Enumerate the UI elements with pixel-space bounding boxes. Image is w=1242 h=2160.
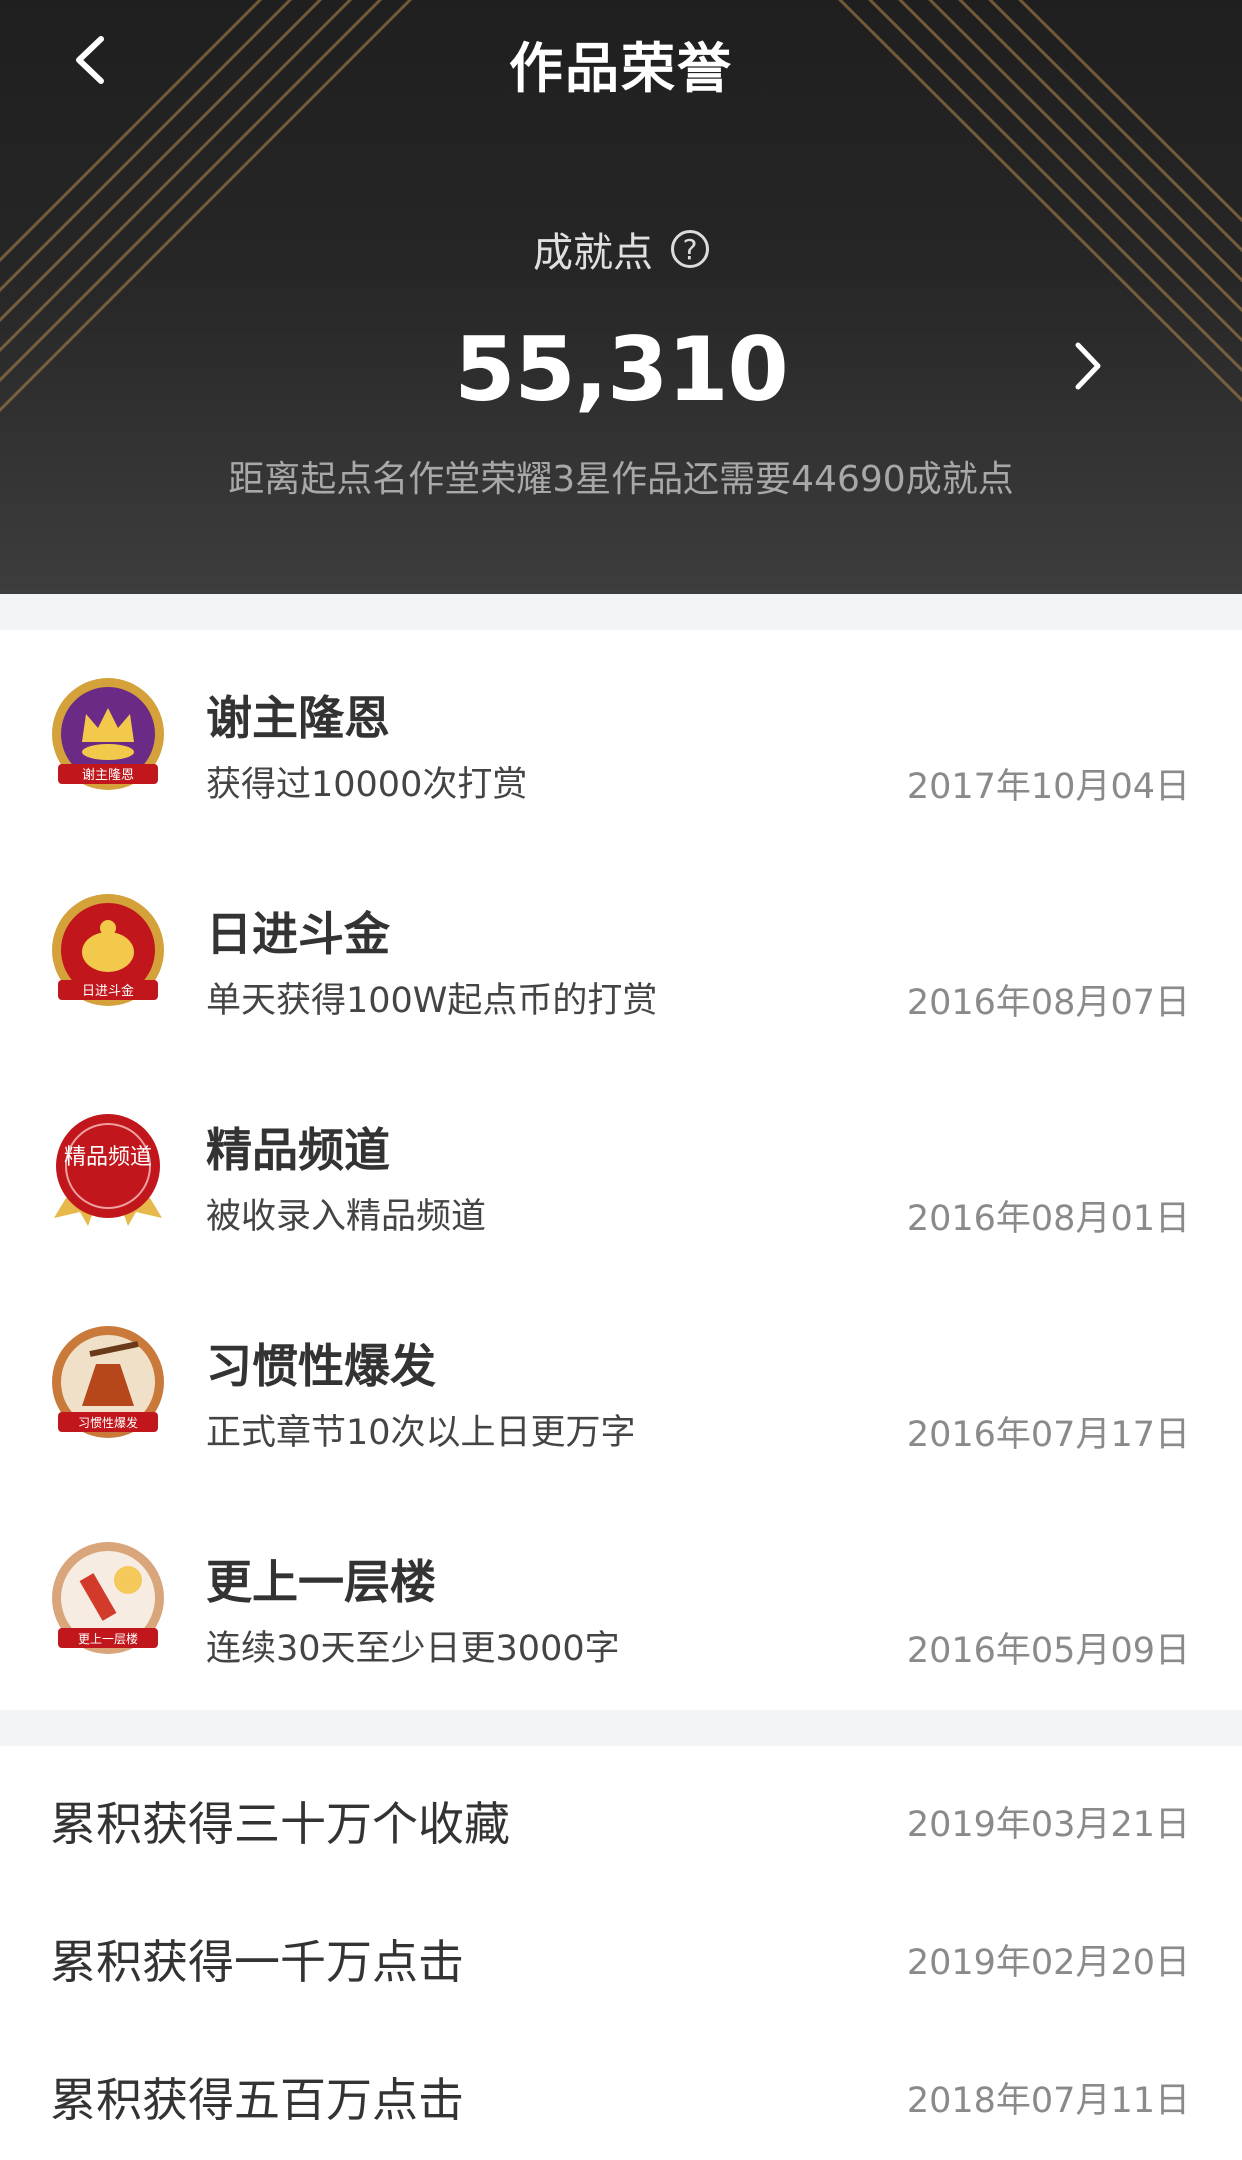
badge-label: 习惯性爆发 (78, 1415, 138, 1430)
honor-title: 谢主隆恩 (206, 691, 390, 745)
chevron-right-icon (1075, 342, 1101, 390)
question-circle-icon[interactable]: ? (671, 230, 709, 268)
score-label: 成就点 (533, 230, 653, 276)
score-note: 距离起点名作堂荣耀3星作品还需要44690成就点 (228, 459, 1014, 500)
milestone-title: 累积获得三十万个收藏 (50, 1797, 510, 1851)
honor-description: 单天获得100W起点币的打赏 (206, 981, 658, 1021)
honor-title: 更上一层楼 (206, 1555, 436, 1609)
milestone-date: 2018年07月11日 (906, 2081, 1190, 2121)
honor-description: 正式章节10次以上日更万字 (206, 1413, 636, 1453)
honor-item[interactable]: 日进斗金 日进斗金 单天获得100W起点币的打赏 2016年08月07日 (0, 846, 1242, 1062)
section-divider (0, 594, 1242, 630)
honor-item[interactable]: 更上一层楼 更上一层楼 连续30天至少日更3000字 2016年05月09日 (0, 1494, 1242, 1710)
score-label-row: 成就点 ? (0, 220, 1242, 278)
honor-item[interactable]: 精品频道 精品频道 被收录入精品频道 2016年08月01日 (0, 1062, 1242, 1278)
seal-badge-icon: 精品频道 (54, 1114, 162, 1226)
milestone-date: 2019年03月21日 (906, 1805, 1190, 1845)
honor-description: 被收录入精品频道 (206, 1197, 487, 1237)
honor-item[interactable]: 谢主隆恩 谢主隆恩 获得过10000次打赏 2017年10月04日 (0, 630, 1242, 846)
milestone-item[interactable]: 累积获得一千万点击 2019年02月20日 (0, 1884, 1242, 2022)
piggy-badge-icon: 日进斗金 (52, 894, 164, 1006)
badge-label: 更上一层楼 (78, 1631, 138, 1646)
header: 作品荣誉 成就点 ? 55,310 距离起点名作堂荣耀3星作品还需要44690成… (0, 0, 1242, 594)
milestone-title: 累积获得五百万点击 (50, 2073, 464, 2127)
honor-description: 连续30天至少日更3000字 (206, 1629, 620, 1669)
honor-title: 精品频道 (206, 1123, 390, 1177)
milestone-item[interactable]: 累积获得五百万点击 2018年07月11日 (0, 2022, 1242, 2160)
milestone-date: 2019年02月20日 (906, 1943, 1190, 1983)
score-detail-button[interactable] (1062, 336, 1112, 396)
score-value: 55,310 (454, 318, 789, 421)
badge-label: 精品频道 (64, 1145, 152, 1170)
honor-date: 2016年05月09日 (906, 1631, 1190, 1671)
page-title: 作品荣誉 (509, 37, 733, 100)
honor-item[interactable]: 习惯性爆发 习惯性爆发 正式章节10次以上日更万字 2016年07月17日 (0, 1278, 1242, 1494)
badge-label: 日进斗金 (82, 983, 134, 999)
tower-badge-icon: 习惯性爆发 (52, 1326, 164, 1438)
honor-date: 2016年07月17日 (906, 1415, 1190, 1455)
honor-date: 2017年10月04日 (906, 767, 1190, 807)
badge-label: 谢主隆恩 (82, 767, 134, 783)
section-divider (0, 1710, 1242, 1746)
honor-date: 2016年08月07日 (906, 983, 1190, 1023)
honor-list: 谢主隆恩 谢主隆恩 获得过10000次打赏 2017年10月04日 日进斗金 日… (0, 630, 1242, 1710)
milestone-title: 累积获得一千万点击 (50, 1935, 464, 1989)
honor-description: 获得过10000次打赏 (206, 765, 528, 805)
honor-title: 习惯性爆发 (206, 1339, 436, 1393)
stairs-badge-icon: 更上一层楼 (52, 1542, 164, 1654)
honor-title: 日进斗金 (206, 907, 390, 961)
crown-badge-icon: 谢主隆恩 (52, 678, 164, 790)
milestone-item[interactable]: 累积获得三十万个收藏 2019年03月21日 (0, 1746, 1242, 1884)
honor-date: 2016年08月01日 (906, 1199, 1190, 1239)
milestone-list: 累积获得三十万个收藏 2019年03月21日 累积获得一千万点击 2019年02… (0, 1746, 1242, 2160)
